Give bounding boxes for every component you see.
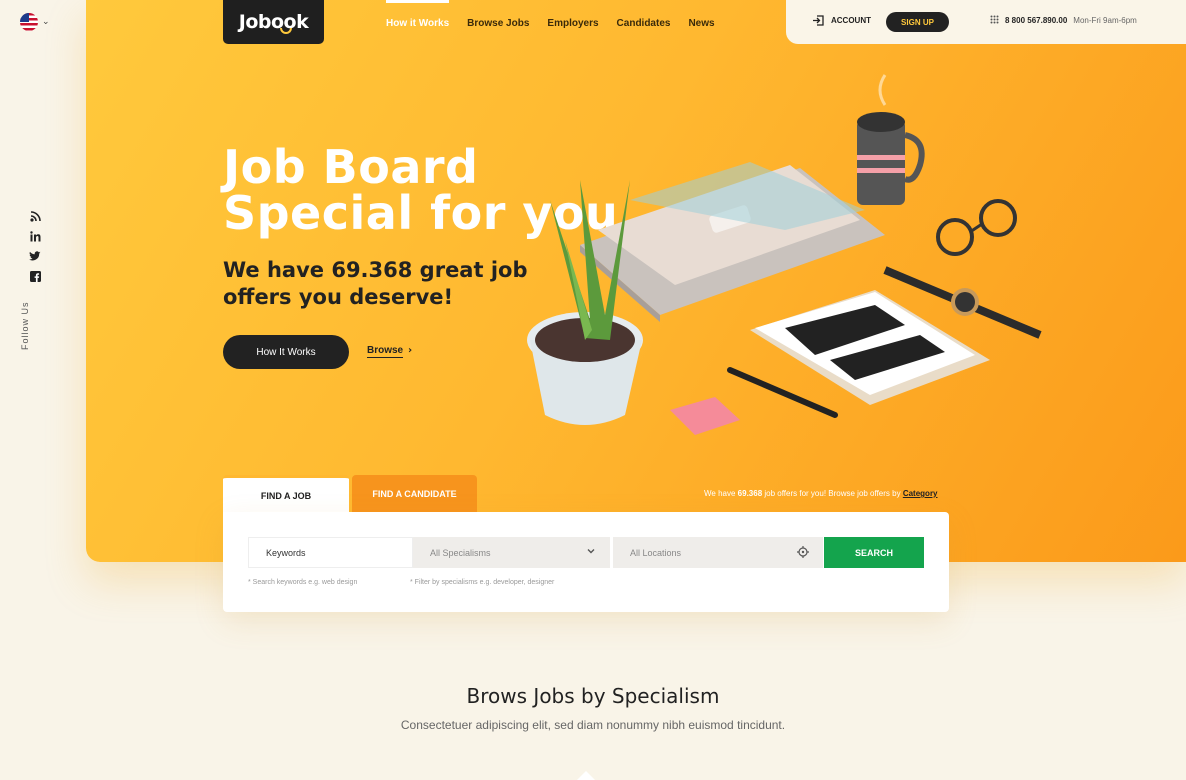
phone-number: 8 800 567.890.00 — [1005, 15, 1068, 25]
us-flag-icon — [20, 13, 38, 31]
locations-input[interactable]: All Locations — [613, 537, 823, 568]
tab-find-a-candidate[interactable]: FIND A CANDIDATE — [352, 475, 477, 513]
section-notch — [577, 771, 595, 780]
main-nav: How it Works Browse Jobs Employers Candi… — [386, 0, 715, 29]
search-panel: Keywords All Specialisms All Locations S… — [223, 512, 949, 612]
search-button[interactable]: SEARCH — [824, 537, 924, 568]
offers-middle: job offers for you! Browse job offers by — [764, 489, 901, 498]
account-link[interactable]: ACCOUNT — [812, 15, 871, 26]
nav-browse-jobs[interactable]: Browse Jobs — [467, 18, 529, 29]
linkedin-icon[interactable] — [29, 231, 41, 242]
nav-news[interactable]: News — [688, 18, 714, 29]
facebook-icon[interactable] — [29, 271, 41, 282]
laptop-illustration — [580, 162, 885, 322]
sticky-note-illustration — [670, 397, 740, 435]
coffee-mug-illustration — [857, 74, 925, 205]
keywords-input[interactable]: Keywords — [248, 537, 413, 568]
chevron-down-icon: ⌄ — [42, 17, 50, 27]
glasses-illustration — [936, 199, 1017, 256]
specialisms-value: All Specialisms — [430, 547, 491, 558]
nav-candidates[interactable]: Candidates — [617, 18, 671, 29]
tab-find-a-job[interactable]: FIND A JOB — [223, 475, 349, 513]
nav-how-it-works[interactable]: How it Works — [386, 0, 450, 29]
twitter-icon[interactable] — [29, 251, 41, 262]
office-hours: Mon-Fri 9am-6pm — [1073, 15, 1137, 25]
pencil-illustration — [727, 367, 838, 418]
logo-smile-icon — [280, 28, 292, 34]
offers-prefix: We have — [704, 489, 736, 498]
logo-text: Jobook — [238, 11, 309, 33]
signup-button[interactable]: SIGN UP — [886, 12, 949, 32]
account-label: ACCOUNT — [831, 16, 871, 25]
plant-illustration — [527, 180, 643, 425]
specialisms-select[interactable]: All Specialisms — [413, 537, 610, 568]
section-subtitle: Consectetuer adipiscing elit, sed diam n… — [400, 718, 786, 732]
section-title: Brows Jobs by Specialism — [466, 684, 720, 708]
logo[interactable]: Jobook — [223, 0, 324, 44]
offers-note: We have 69.368 job offers for you! Brows… — [704, 489, 938, 498]
social-links — [29, 211, 41, 282]
rss-icon[interactable] — [29, 211, 41, 222]
follow-us-label: Follow Us — [20, 301, 30, 350]
dialpad-icon — [990, 15, 999, 24]
chevron-down-icon — [587, 549, 595, 554]
crosshair-icon[interactable] — [797, 546, 809, 558]
language-selector[interactable]: ⌄ — [20, 13, 50, 31]
category-link[interactable]: Category — [903, 489, 938, 498]
specialisms-hint: * Filter by specialisms e.g. developer, … — [410, 579, 555, 586]
nav-employers[interactable]: Employers — [547, 18, 598, 29]
top-utility-bar: ACCOUNT SIGN UP 8 800 567.890.00 Mon-Fri… — [786, 0, 1186, 44]
desk-illustration — [527, 74, 1042, 435]
locations-value: All Locations — [630, 547, 682, 558]
offers-count: 69.368 — [737, 489, 763, 498]
phone-contact: 8 800 567.890.00 Mon-Fri 9am-6pm — [990, 15, 1137, 25]
sign-in-icon — [813, 15, 824, 26]
keywords-hint: * Search keywords e.g. web design — [248, 579, 358, 586]
